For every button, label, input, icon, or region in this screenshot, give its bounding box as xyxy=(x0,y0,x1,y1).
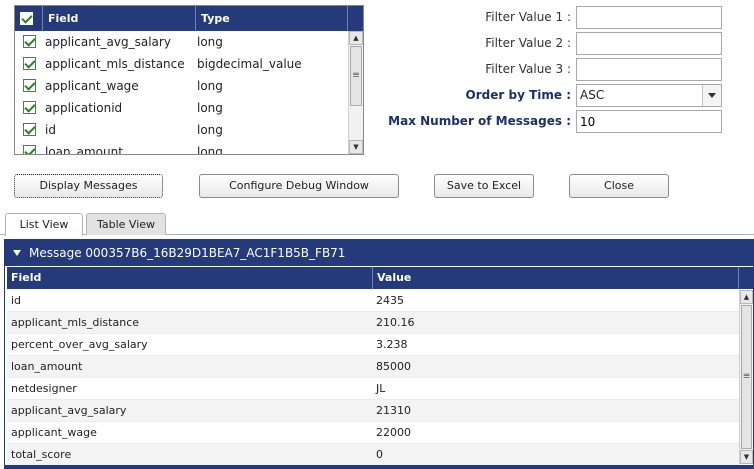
header-filler xyxy=(348,6,363,31)
field-checkbox[interactable] xyxy=(23,57,36,70)
row-value: 210.16 xyxy=(376,316,415,329)
table-row[interactable]: netdesigner JL xyxy=(7,378,739,400)
scroll-up-arrow-icon[interactable]: ▲ xyxy=(349,31,363,45)
row-value: 21310 xyxy=(376,404,411,417)
field-row[interactable]: loan_amount long xyxy=(15,141,348,155)
field-row[interactable]: id long xyxy=(15,119,348,141)
field-list-table: Field Type applicant_avg_salary long app… xyxy=(14,5,364,155)
order-by-time-select[interactable]: ASC xyxy=(576,84,722,107)
table-row[interactable]: loan_amount 85000 xyxy=(7,356,739,378)
row-field: loan_amount xyxy=(11,360,83,373)
order-by-time-value: ASC xyxy=(580,88,605,102)
panel-bottom-border xyxy=(5,465,753,468)
table-row[interactable]: id 2435 xyxy=(7,290,739,312)
tab-list-view[interactable]: List View xyxy=(5,213,83,236)
row-field: percent_over_avg_salary xyxy=(11,338,148,351)
table-row[interactable]: total_score 0 xyxy=(7,444,739,466)
field-type: long xyxy=(197,79,223,93)
field-name: applicant_wage xyxy=(45,79,139,93)
filter-value-1-label: Filter Value 1 : xyxy=(485,10,571,24)
select-all-checkbox[interactable] xyxy=(20,12,33,25)
scroll-thumb[interactable]: ≡ xyxy=(741,305,752,449)
field-list-header: Field Type xyxy=(15,6,363,31)
field-row[interactable]: applicant_avg_salary long xyxy=(15,31,348,53)
filter-value-2-label: Filter Value 2 : xyxy=(485,36,571,50)
row-value: 22000 xyxy=(376,426,411,439)
row-field: applicant_mls_distance xyxy=(11,316,140,329)
message-table-rows: id 2435 applicant_mls_distance 210.16 pe… xyxy=(7,290,739,466)
close-button[interactable]: Close xyxy=(569,174,669,198)
field-type: long xyxy=(197,35,223,49)
type-column-header[interactable]: Type xyxy=(196,6,348,31)
filter-value-2-input[interactable] xyxy=(576,32,722,55)
row-field: total_score xyxy=(11,448,72,461)
row-value: 3.238 xyxy=(376,338,408,351)
field-type: long xyxy=(197,145,223,155)
grip-icon: ≡ xyxy=(742,371,751,382)
header-filler xyxy=(739,267,753,289)
field-name: applicant_mls_distance xyxy=(45,57,185,71)
scroll-thumb[interactable]: ≡ xyxy=(350,46,362,106)
table-row[interactable]: applicant_avg_salary 21310 xyxy=(7,400,739,422)
table-row[interactable]: applicant_wage 22000 xyxy=(7,422,739,444)
tab-table-view[interactable]: Table View xyxy=(86,213,166,235)
field-row[interactable]: applicant_wage long xyxy=(15,75,348,97)
collapse-triangle-icon[interactable] xyxy=(13,250,21,256)
configure-debug-window-button[interactable]: Configure Debug Window xyxy=(199,174,399,198)
order-by-time-label: Order by Time : xyxy=(465,88,571,102)
row-field: applicant_avg_salary xyxy=(11,404,127,417)
scroll-down-arrow-icon[interactable]: ▼ xyxy=(740,450,753,464)
row-value: 0 xyxy=(376,448,383,461)
field-row[interactable]: applicationid long xyxy=(15,97,348,119)
display-messages-button[interactable]: Display Messages xyxy=(14,174,163,198)
field-name: id xyxy=(45,123,56,137)
scroll-up-arrow-icon[interactable]: ▲ xyxy=(740,290,753,304)
message-field-column-header[interactable]: Field xyxy=(7,267,373,289)
row-field: applicant_wage xyxy=(11,426,97,439)
field-list-rows: applicant_avg_salary long applicant_mls_… xyxy=(15,31,348,155)
save-to-excel-button[interactable]: Save to Excel xyxy=(434,174,534,198)
message-table-header: Field Value xyxy=(7,267,753,289)
field-type: long xyxy=(197,101,223,115)
message-title: Message 000357B6_16B29D1BEA7_AC1F1B5B_FB… xyxy=(29,246,346,260)
field-name: applicant_avg_salary xyxy=(45,35,171,49)
row-value: JL xyxy=(376,382,386,395)
max-messages-input[interactable] xyxy=(576,110,722,133)
field-checkbox[interactable] xyxy=(23,101,36,114)
field-checkbox[interactable] xyxy=(23,35,36,48)
row-field: netdesigner xyxy=(11,382,77,395)
grip-icon: ≡ xyxy=(352,70,360,81)
message-title-bar[interactable]: Message 000357B6_16B29D1BEA7_AC1F1B5B_FB… xyxy=(5,240,753,266)
field-type: long xyxy=(197,123,223,137)
table-row[interactable]: applicant_mls_distance 210.16 xyxy=(7,312,739,334)
filter-value-3-input[interactable] xyxy=(576,58,722,81)
scroll-down-arrow-icon[interactable]: ▼ xyxy=(349,140,363,154)
table-row[interactable]: percent_over_avg_salary 3.238 xyxy=(7,334,739,356)
field-list-scrollbar[interactable]: ▲ ≡ ▼ xyxy=(348,31,363,154)
row-value: 85000 xyxy=(376,360,411,373)
field-checkbox[interactable] xyxy=(23,79,36,92)
message-value-column-header[interactable]: Value xyxy=(373,267,739,289)
field-type: bigdecimal_value xyxy=(197,57,302,71)
max-messages-label: Max Number of Messages : xyxy=(388,114,571,128)
message-panel: Message 000357B6_16B29D1BEA7_AC1F1B5B_FB… xyxy=(4,239,754,469)
row-value: 2435 xyxy=(376,294,404,307)
field-name: loan_amount xyxy=(45,145,123,155)
field-name: applicationid xyxy=(45,101,123,115)
filter-value-3-label: Filter Value 3 : xyxy=(485,62,571,76)
field-checkbox[interactable] xyxy=(23,123,36,136)
select-all-cell[interactable] xyxy=(15,6,43,31)
message-scrollbar[interactable]: ▲ ≡ ▼ xyxy=(739,290,753,464)
field-row[interactable]: applicant_mls_distance bigdecimal_value xyxy=(15,53,348,75)
chevron-down-icon[interactable] xyxy=(702,85,721,106)
filter-value-1-input[interactable] xyxy=(576,6,722,29)
field-column-header[interactable]: Field xyxy=(43,6,196,31)
row-field: id xyxy=(11,294,22,307)
field-checkbox[interactable] xyxy=(23,145,36,154)
